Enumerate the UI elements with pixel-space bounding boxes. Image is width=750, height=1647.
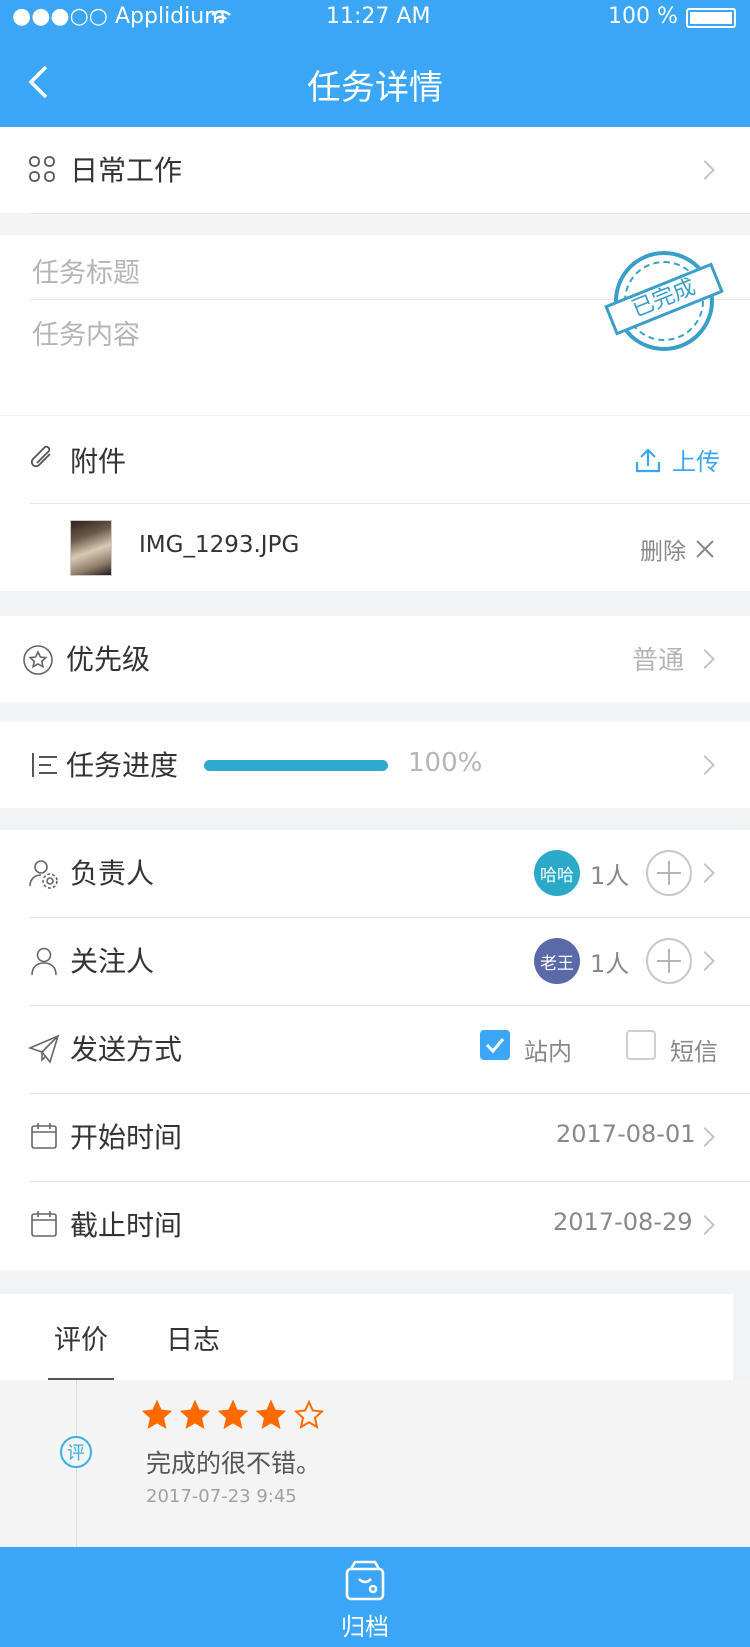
- chevron-right-icon: [695, 755, 715, 775]
- tab-bar: 评价 日志: [0, 1294, 733, 1380]
- divider: [30, 1093, 750, 1094]
- close-icon: [694, 538, 716, 560]
- review-badge: 评: [60, 1436, 92, 1468]
- progress-track: [204, 760, 388, 771]
- calendar-icon: [30, 1210, 58, 1238]
- settings-section: 负责人 哈哈 1人 关注人 老王 1人 发送方式 站内 短信 开始时间 2017…: [0, 830, 750, 1270]
- checkbox-sms[interactable]: [626, 1030, 656, 1060]
- chevron-right-icon: [695, 1215, 715, 1235]
- status-carrier: ●●●○○ Applidium: [12, 4, 226, 29]
- task-content-input[interactable]: 任务内容: [32, 313, 140, 352]
- user-gear-icon: [28, 858, 60, 890]
- end-time-label: 截止时间: [70, 1209, 183, 1242]
- review-list: 评 完成的很不错。 2017-07-23 9:45: [0, 1380, 750, 1547]
- attachments-section: 附件 上传 IMG_1293.JPG 删除: [0, 416, 750, 591]
- star-filled-icon: [218, 1400, 248, 1430]
- progress-row[interactable]: 任务进度 100%: [0, 722, 750, 808]
- paper-plane-icon: [28, 1034, 60, 1064]
- chevron-right-icon: [695, 863, 715, 883]
- grid-icon: [28, 155, 56, 183]
- chevron-right-icon: [695, 1127, 715, 1147]
- archive-button[interactable]: 归档: [0, 1547, 750, 1647]
- assignee-avatar[interactable]: 哈哈: [534, 850, 580, 896]
- check-icon: [485, 1038, 505, 1054]
- followers-count: 1人: [590, 950, 630, 978]
- end-time-value[interactable]: 2017-08-29: [553, 1208, 692, 1236]
- star-filled-icon: [142, 1400, 172, 1430]
- archive-label: 归档: [341, 1613, 389, 1641]
- send-method-label: 发送方式: [70, 1033, 183, 1066]
- status-time: 11:27 AM: [326, 4, 431, 29]
- archive-box-icon: [343, 1559, 387, 1603]
- progress-label: 任务进度: [66, 749, 179, 782]
- add-follower-button[interactable]: [646, 938, 692, 984]
- user-icon: [30, 946, 58, 976]
- assignee-count: 1人: [590, 862, 630, 890]
- start-time-value[interactable]: 2017-08-01: [556, 1120, 695, 1148]
- page-title: 任务详情: [307, 68, 443, 108]
- category-label: 日常工作: [70, 154, 183, 187]
- priority-value: 普通: [632, 646, 685, 676]
- option-sms-label[interactable]: 短信: [670, 1032, 718, 1067]
- wifi-icon: [208, 6, 234, 26]
- upload-button[interactable]: 上传: [634, 442, 720, 477]
- progress-fill: [204, 760, 388, 771]
- file-thumbnail[interactable]: [70, 520, 112, 576]
- attachments-label: 附件: [70, 445, 127, 478]
- upload-label: 上传: [672, 448, 720, 476]
- calendar-icon: [30, 1122, 58, 1150]
- tab-log[interactable]: 日志: [166, 1318, 220, 1357]
- file-name[interactable]: IMG_1293.JPG: [139, 532, 299, 558]
- delete-button[interactable]: 删除: [640, 532, 716, 566]
- review-time: 2017-07-23 9:45: [146, 1486, 297, 1507]
- review-badge-text: 评: [67, 1443, 85, 1464]
- priority-label: 优先级: [66, 643, 151, 676]
- add-assignee-button[interactable]: [646, 850, 692, 896]
- upload-icon: [634, 446, 662, 474]
- review-text: 完成的很不错。: [146, 1449, 322, 1478]
- star-circle-icon: [22, 644, 54, 676]
- divider: [30, 917, 750, 918]
- checkbox-onsite[interactable]: [480, 1030, 510, 1060]
- option-onsite-label[interactable]: 站内: [524, 1032, 572, 1067]
- followers-label: 关注人: [70, 945, 155, 978]
- chevron-right-icon: [695, 160, 715, 180]
- list-progress-icon: [30, 750, 60, 780]
- divider: [30, 503, 750, 504]
- start-time-label: 开始时间: [70, 1121, 183, 1154]
- star-outline-icon: [294, 1400, 324, 1430]
- divider: [30, 1181, 750, 1182]
- divider: [30, 1005, 750, 1006]
- chevron-right-icon: [695, 951, 715, 971]
- task-editor: 任务标题 任务内容 已完成: [0, 235, 750, 415]
- progress-value: 100%: [408, 748, 483, 778]
- completed-stamp: 已完成: [604, 251, 724, 351]
- delete-label: 删除: [640, 539, 686, 565]
- battery-icon: [686, 8, 736, 28]
- follower-avatar[interactable]: 老王: [534, 938, 580, 984]
- priority-row[interactable]: 优先级 普通: [0, 616, 750, 702]
- star-filled-icon: [256, 1400, 286, 1430]
- category-row[interactable]: 日常工作: [0, 127, 750, 213]
- task-title-input[interactable]: 任务标题: [32, 251, 140, 290]
- divider: [30, 213, 750, 214]
- status-battery-text: 100 %: [608, 4, 678, 29]
- star-filled-icon: [180, 1400, 210, 1430]
- chevron-right-icon: [695, 649, 715, 669]
- rating-stars: [142, 1400, 324, 1430]
- paperclip-icon: [28, 444, 56, 474]
- tab-review[interactable]: 评价: [54, 1318, 108, 1357]
- assignee-label: 负责人: [70, 857, 155, 890]
